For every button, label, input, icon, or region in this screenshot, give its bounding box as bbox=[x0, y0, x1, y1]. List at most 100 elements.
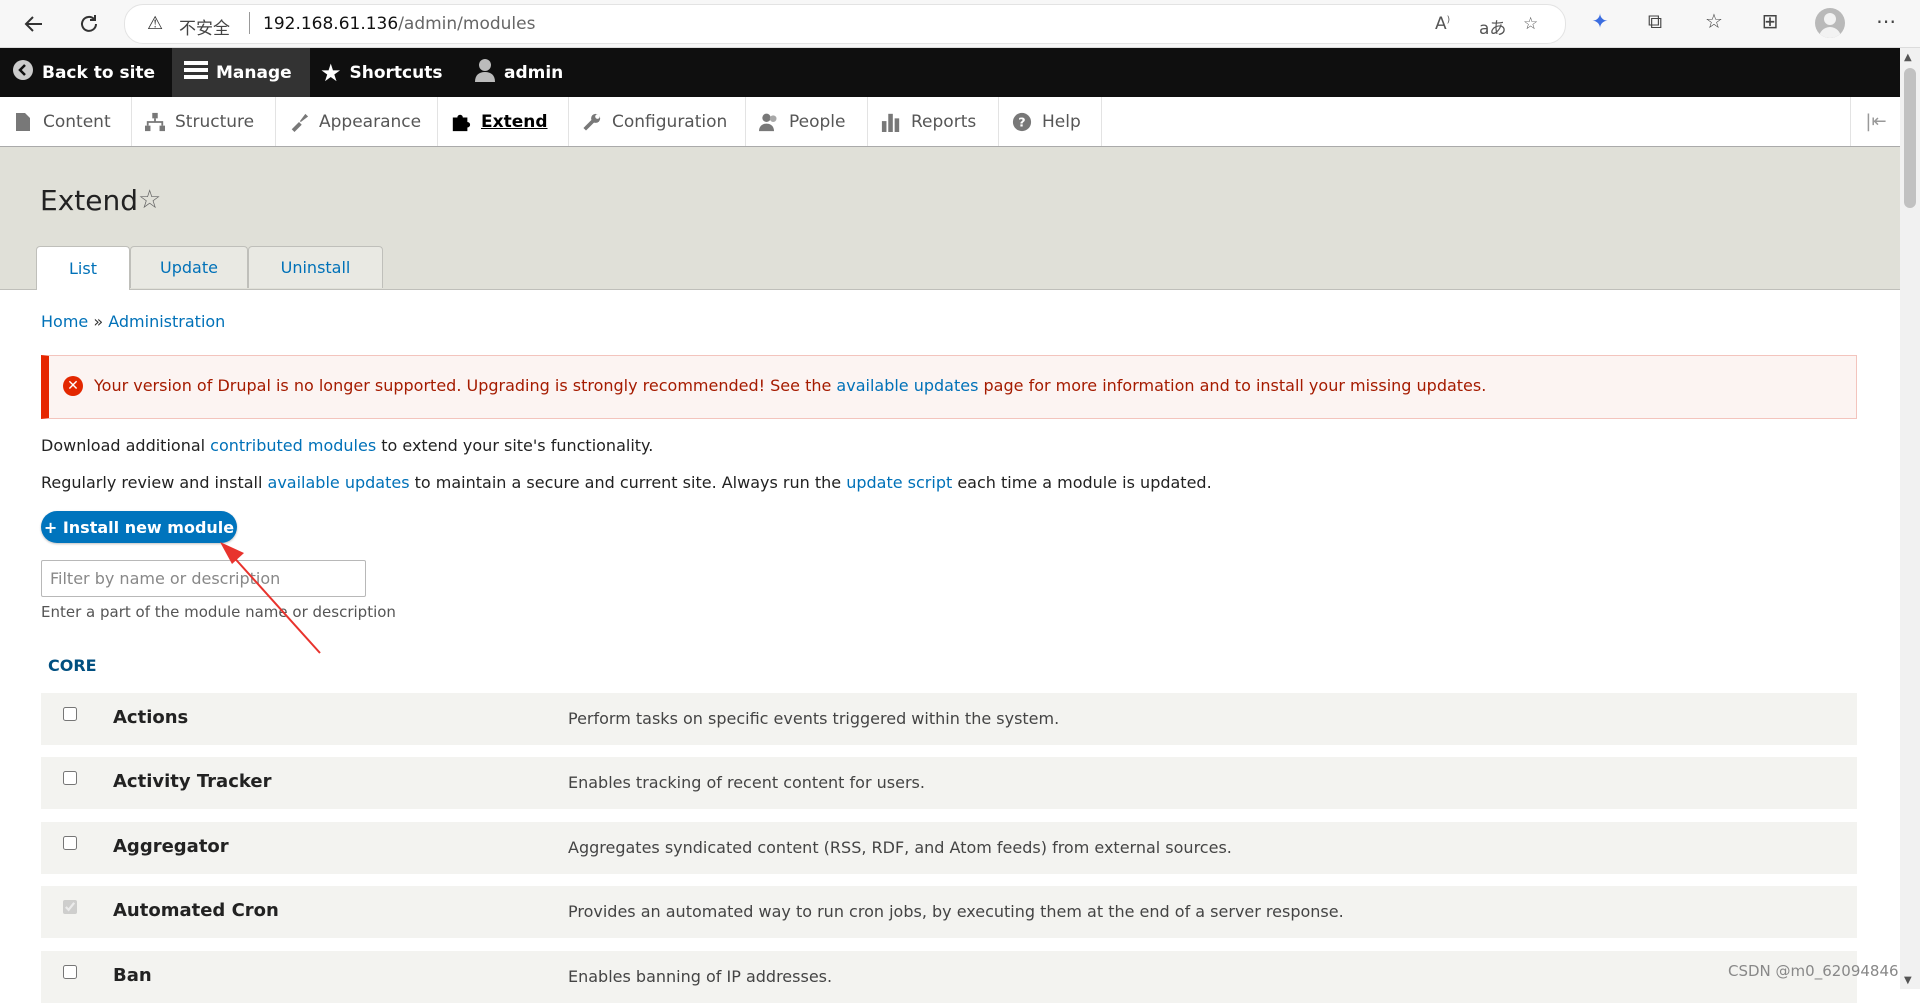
wrench-icon bbox=[582, 112, 602, 132]
document-icon bbox=[13, 112, 33, 132]
scroll-up-icon[interactable]: ▲ bbox=[1904, 52, 1912, 63]
url-divider bbox=[249, 12, 250, 34]
tray-item-label: Content bbox=[43, 111, 111, 132]
tray-item-content[interactable]: Content bbox=[0, 97, 132, 146]
tray-item-people[interactable]: People bbox=[746, 97, 868, 146]
shortcut-star-icon[interactable]: ☆ bbox=[138, 185, 161, 215]
bar-chart-icon bbox=[881, 112, 901, 132]
tray-item-label: Help bbox=[1042, 111, 1081, 132]
breadcrumb-home[interactable]: Home bbox=[41, 312, 88, 331]
tab-uninstall[interactable]: Uninstall bbox=[248, 246, 383, 288]
filter-modules-input[interactable] bbox=[41, 560, 366, 597]
module-name[interactable]: Ban bbox=[113, 965, 152, 986]
manage-tab[interactable]: Manage bbox=[172, 48, 310, 97]
user-tab[interactable]: admin bbox=[474, 48, 563, 97]
tray-item-extend[interactable]: Extend bbox=[438, 97, 569, 146]
puzzle-icon bbox=[451, 112, 471, 132]
collections-icon[interactable]: ⊞ bbox=[1756, 9, 1784, 33]
people-icon bbox=[759, 112, 779, 132]
tray-item-label: Reports bbox=[911, 111, 977, 132]
manage-label: Manage bbox=[216, 62, 292, 83]
available-updates-link-2[interactable]: available updates bbox=[268, 473, 410, 492]
module-description: Perform tasks on specific events trigger… bbox=[568, 709, 1060, 728]
svg-text:?: ? bbox=[1018, 114, 1025, 129]
profile-avatar[interactable] bbox=[1815, 8, 1845, 38]
scroll-down-icon[interactable]: ▼ bbox=[1904, 975, 1912, 986]
tray-orientation-toggle-icon[interactable]: |⇤ bbox=[1850, 97, 1901, 146]
paintbrush-icon bbox=[289, 112, 309, 132]
tab-list[interactable]: List bbox=[36, 246, 130, 290]
module-description: Provides an automated way to run cron jo… bbox=[568, 902, 1344, 921]
favorites-icon[interactable]: ☆ bbox=[1700, 9, 1728, 33]
sitemap-icon bbox=[145, 112, 165, 132]
more-menu-icon[interactable]: ⋯ bbox=[1872, 9, 1900, 33]
back-to-site-link[interactable]: Back to site bbox=[12, 48, 155, 97]
module-name[interactable]: Activity Tracker bbox=[113, 771, 271, 792]
browser-toolbar: ⚠ 不安全 192.168.61.136/admin/modules A) aあ… bbox=[0, 0, 1920, 48]
intro-contributed-modules: Download additional contributed modules … bbox=[41, 436, 654, 455]
reload-icon[interactable] bbox=[71, 6, 107, 42]
module-checkbox[interactable] bbox=[63, 836, 77, 850]
user-label: admin bbox=[504, 62, 564, 83]
module-row-aggregator: Aggregator Aggregates syndicated content… bbox=[41, 822, 1857, 874]
page-header: Extend ☆ List Update Uninstall bbox=[0, 147, 1900, 290]
update-script-link[interactable]: update script bbox=[846, 473, 952, 492]
error-message: ✕ Your version of Drupal is no longer su… bbox=[41, 355, 1857, 419]
breadcrumb-separator: » bbox=[93, 312, 104, 331]
page-scrollbar[interactable]: ▲ ▼ bbox=[1900, 48, 1920, 989]
breadcrumb: Home » Administration bbox=[41, 312, 225, 331]
filter-description: Enter a part of the module name or descr… bbox=[41, 603, 396, 621]
module-checkbox[interactable] bbox=[63, 900, 77, 914]
module-description: Enables tracking of recent content for u… bbox=[568, 773, 925, 792]
tray-item-configuration[interactable]: Configuration bbox=[569, 97, 746, 146]
module-name[interactable]: Automated Cron bbox=[113, 900, 279, 921]
tray-item-label: Configuration bbox=[612, 111, 728, 132]
module-name[interactable]: Aggregator bbox=[113, 836, 229, 857]
tray-item-label: Extend bbox=[481, 111, 548, 132]
module-name[interactable]: Actions bbox=[113, 707, 188, 728]
tray-item-label: Structure bbox=[175, 111, 255, 132]
back-arrow-icon[interactable] bbox=[16, 6, 52, 42]
tray-item-reports[interactable]: Reports bbox=[868, 97, 999, 146]
module-description: Aggregates syndicated content (RSS, RDF,… bbox=[568, 838, 1232, 857]
hamburger-icon bbox=[184, 60, 208, 85]
extensions-puzzle-icon[interactable]: ⧉ bbox=[1641, 9, 1669, 33]
url-text[interactable]: 192.168.61.136/admin/modules bbox=[263, 14, 535, 34]
shortcuts-tab[interactable]: ★ Shortcuts bbox=[320, 48, 442, 97]
user-icon bbox=[474, 58, 496, 87]
tray-item-appearance[interactable]: Appearance bbox=[276, 97, 438, 146]
admin-menu-tray: Content Structure Appearance Extend Conf… bbox=[0, 97, 1900, 147]
tray-item-structure[interactable]: Structure bbox=[132, 97, 276, 146]
module-checkbox[interactable] bbox=[63, 965, 77, 979]
translate-icon[interactable]: aあ bbox=[1479, 14, 1506, 39]
shortcuts-label: Shortcuts bbox=[349, 62, 443, 83]
admin-toolbar: Back to site Manage ★ Shortcuts admin bbox=[0, 48, 1900, 97]
contributed-modules-link[interactable]: contributed modules bbox=[210, 436, 376, 455]
core-section-label[interactable]: CORE bbox=[48, 656, 97, 675]
available-updates-link[interactable]: available updates bbox=[836, 376, 978, 395]
module-row-activity-tracker: Activity Tracker Enables tracking of rec… bbox=[41, 757, 1857, 809]
back-circle-icon bbox=[12, 59, 34, 86]
tray-item-help[interactable]: ? Help bbox=[999, 97, 1102, 146]
tab-update[interactable]: Update bbox=[130, 246, 248, 288]
install-new-module-button[interactable]: + Install new module bbox=[41, 511, 237, 543]
extension-icon[interactable]: ✦ bbox=[1586, 9, 1614, 33]
insecure-label[interactable]: 不安全 bbox=[179, 14, 230, 39]
address-bar[interactable]: ⚠ 不安全 192.168.61.136/admin/modules A) aあ… bbox=[124, 4, 1566, 44]
tray-item-label: Appearance bbox=[319, 111, 422, 132]
breadcrumb-administration[interactable]: Administration bbox=[108, 312, 225, 331]
module-row-automated-cron: Automated Cron Provides an automated way… bbox=[41, 886, 1857, 938]
scrollbar-thumb[interactable] bbox=[1904, 68, 1916, 208]
read-aloud-icon[interactable]: A) bbox=[1435, 14, 1450, 34]
module-checkbox[interactable] bbox=[63, 771, 77, 785]
module-row-ban: Ban Enables banning of IP addresses. bbox=[41, 951, 1857, 1003]
back-to-site-label: Back to site bbox=[42, 62, 156, 83]
module-description: Enables banning of IP addresses. bbox=[568, 967, 833, 986]
add-favorite-icon[interactable]: ☆ bbox=[1523, 14, 1538, 34]
warning-icon[interactable]: ⚠ bbox=[147, 13, 163, 34]
page-title: Extend bbox=[40, 184, 138, 217]
watermark-text: CSDN @m0_62094846 bbox=[1728, 962, 1899, 980]
module-checkbox[interactable] bbox=[63, 707, 77, 721]
error-message-text: Your version of Drupal is no longer supp… bbox=[94, 376, 1487, 395]
star-icon: ★ bbox=[320, 58, 342, 87]
